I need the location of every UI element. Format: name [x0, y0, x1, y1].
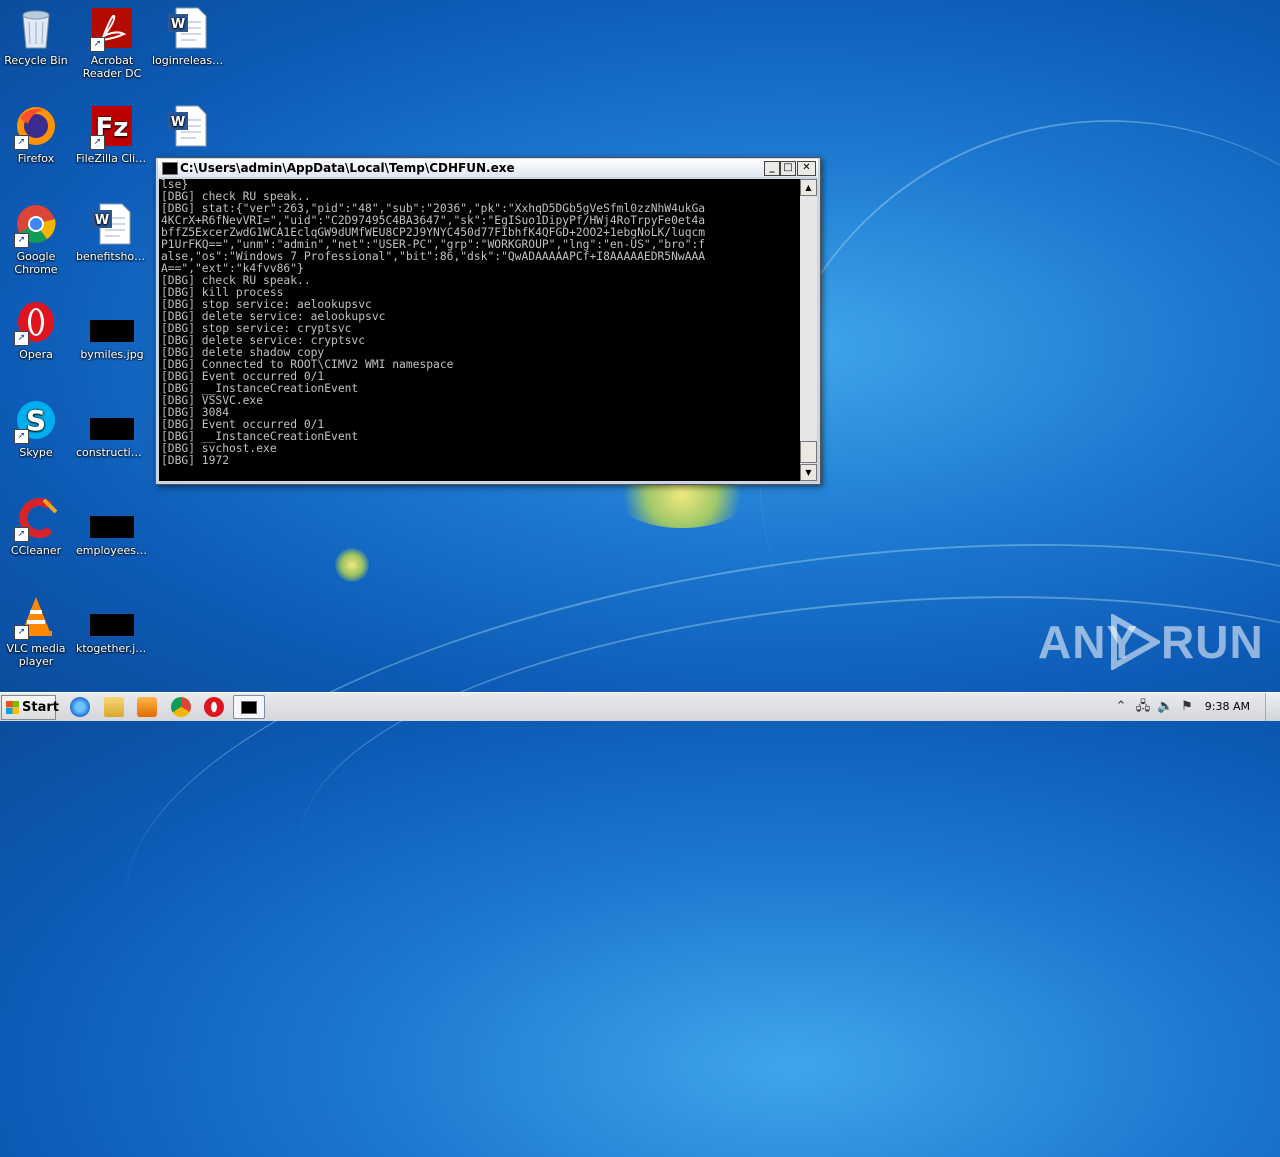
- shortcut-arrow-icon: ➚: [14, 527, 29, 542]
- window-titlebar[interactable]: C:\Users\admin\AppData\Local\Temp\CDHFUN…: [158, 159, 818, 177]
- desktop-icon-constructio[interactable]: constructio....: [74, 398, 150, 459]
- scroll-up-button[interactable]: ▲: [800, 179, 817, 196]
- media-player-icon[interactable]: [137, 697, 157, 717]
- firefox-icon: ➚: [14, 104, 58, 150]
- desktop-icon-label: FileZilla Client: [76, 152, 150, 165]
- image-thumbnail: [90, 300, 134, 344]
- desktop-icon-label: Google Chrome: [14, 250, 58, 276]
- console-line: [DBG] VSSVC.exe: [161, 394, 264, 407]
- desktop-icon-label: VLC media player: [6, 642, 66, 668]
- image-thumbnail: [90, 398, 134, 442]
- network-icon[interactable]: 🖧: [1135, 699, 1151, 715]
- window-title: C:\Users\admin\AppData\Local\Temp\CDHFUN…: [180, 161, 515, 175]
- acrobat-icon: ➚: [90, 6, 134, 52]
- shortcut-arrow-icon: ➚: [14, 625, 29, 640]
- desktop-icon-label: Acrobat Reader DC: [82, 54, 142, 80]
- clock[interactable]: 9:38 AM: [1205, 693, 1250, 721]
- show-desktop-button[interactable]: [1265, 693, 1280, 721]
- shortcut-arrow-icon: ➚: [14, 135, 29, 150]
- desktop-icon-opera[interactable]: ➚ Opera: [0, 300, 74, 361]
- scroll-down-button[interactable]: ▼: [800, 464, 817, 481]
- desktop-icon-label: Recycle Bin: [4, 54, 68, 67]
- recycle-bin-icon: [14, 6, 58, 50]
- ie-icon[interactable]: [70, 697, 90, 717]
- desktop-icon-label: Skype: [19, 446, 53, 459]
- desktop-icon-word-document[interactable]: W: [150, 104, 226, 152]
- image-thumbnail: [90, 594, 134, 638]
- desktop-icon-recycle-bin[interactable]: Recycle Bin: [0, 6, 74, 67]
- desktop-icon-label: Opera: [19, 348, 53, 361]
- maximize-button[interactable]: □: [780, 161, 796, 176]
- desktop-icon-ktogether[interactable]: ktogether.jpg: [74, 594, 150, 655]
- wallpaper-sparkle: [335, 548, 369, 582]
- desktop-icon-label: constructio....: [76, 446, 150, 459]
- taskbar: Start ⌃ 🖧 🔈 ⚑ 9:38 AM: [0, 692, 1280, 721]
- desktop-icon-firefox[interactable]: ➚ Firefox: [0, 104, 74, 165]
- console-line: [DBG] svchost.exe: [161, 442, 277, 455]
- desktop-icon-filezilla[interactable]: Fz ➚ FileZilla Client: [74, 104, 150, 165]
- desktop-icon-employeesu[interactable]: employeesu....: [74, 496, 150, 557]
- desktop-icon-chrome[interactable]: ➚ Google Chrome: [0, 202, 74, 276]
- desktop-icon-label: CCleaner: [10, 544, 62, 557]
- skype-icon: S ➚: [14, 398, 58, 444]
- desktop-icon-label: benefitshos....: [76, 250, 150, 263]
- desktop-icon-label: Firefox: [17, 152, 55, 165]
- start-label: Start: [22, 700, 59, 715]
- shortcut-arrow-icon: ➚: [90, 135, 105, 150]
- shortcut-arrow-icon: ➚: [14, 331, 29, 346]
- desktop-icon-loginrelease[interactable]: W loginrelease....: [150, 6, 226, 67]
- shortcut-arrow-icon: ➚: [14, 429, 29, 444]
- console-window[interactable]: C:\Users\admin\AppData\Local\Temp\CDHFUN…: [155, 157, 821, 485]
- desktop-icon-label: employeesu....: [76, 544, 150, 557]
- close-button[interactable]: ✕: [797, 161, 816, 176]
- explorer-icon[interactable]: [104, 697, 124, 717]
- desktop-icon-ccleaner[interactable]: ➚ CCleaner: [0, 496, 74, 557]
- show-hidden-icon[interactable]: ⌃: [1113, 699, 1129, 715]
- ccleaner-icon: ➚: [14, 496, 58, 542]
- shortcut-arrow-icon: ➚: [14, 233, 29, 248]
- svg-text:W: W: [171, 115, 185, 130]
- word-document-icon: W: [166, 104, 210, 148]
- desktop-icon-acrobat[interactable]: ➚ Acrobat Reader DC: [74, 6, 150, 80]
- system-tray: ⌃ 🖧 🔈 ⚑ 9:38 AM: [1105, 693, 1280, 721]
- start-button[interactable]: Start: [1, 695, 59, 720]
- vlc-icon: ➚: [14, 594, 58, 640]
- desktop-icon-skype[interactable]: S ➚ Skype: [0, 398, 74, 459]
- vertical-scrollbar[interactable]: ▲ ▼: [800, 179, 817, 481]
- watermark-right: RUN: [1161, 616, 1264, 668]
- opera-icon: ➚: [14, 300, 58, 346]
- shortcut-arrow-icon: ➚: [90, 37, 105, 52]
- scrollbar-thumb[interactable]: [800, 441, 817, 463]
- console-window-icon: [162, 162, 178, 175]
- minimize-button[interactable]: _: [764, 161, 780, 176]
- desktop-icon-label: bymiles.jpg: [80, 348, 144, 361]
- word-document-icon: W: [166, 6, 210, 50]
- chrome-icon[interactable]: [171, 697, 191, 717]
- play-logo-icon: [1111, 614, 1160, 670]
- volume-icon[interactable]: 🔈: [1157, 699, 1173, 715]
- svg-text:W: W: [171, 17, 185, 32]
- filezilla-icon: Fz ➚: [90, 104, 134, 150]
- windows-logo-icon: [6, 701, 19, 714]
- word-document-icon: W: [90, 202, 134, 246]
- desktop-icon-label: loginrelease....: [152, 54, 226, 67]
- opera-icon[interactable]: [204, 697, 224, 717]
- console-output[interactable]: lse} [DBG] check RU speak.. [DBG] stat:{"v…: [159, 179, 800, 481]
- console-line: [DBG] 1972: [161, 454, 230, 467]
- desktop-icon-bymiles[interactable]: bymiles.jpg: [74, 300, 150, 361]
- flag-icon[interactable]: ⚑: [1179, 699, 1195, 715]
- desktop-icon-label: ktogether.jpg: [76, 642, 150, 655]
- image-thumbnail: [90, 496, 134, 540]
- desktop-icon-vlc[interactable]: ➚ VLC media player: [0, 594, 74, 668]
- chrome-icon: ➚: [14, 202, 58, 248]
- console-icon[interactable]: [233, 695, 265, 719]
- desktop-icon-benefitshos[interactable]: W benefitshos....: [74, 202, 150, 263]
- svg-text:W: W: [95, 213, 109, 228]
